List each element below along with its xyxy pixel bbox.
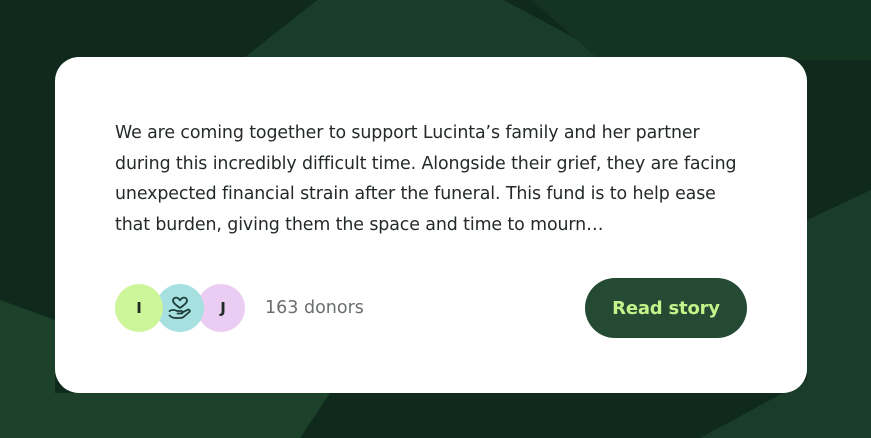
story-card: We are coming together to support Lucint… [55, 57, 807, 393]
donor-avatar: J [197, 284, 245, 332]
donor-summary: I J 163 donors [115, 283, 364, 333]
heart-hand-icon [168, 296, 191, 319]
donor-initial: J [220, 299, 226, 317]
story-excerpt: We are coming together to support Lucint… [115, 123, 737, 235]
donor-initial: I [136, 299, 142, 317]
donor-avatar: I [115, 284, 163, 332]
donor-avatar [156, 284, 204, 332]
read-story-button[interactable]: Read story [585, 278, 747, 338]
donor-count: 163 donors [265, 298, 364, 318]
